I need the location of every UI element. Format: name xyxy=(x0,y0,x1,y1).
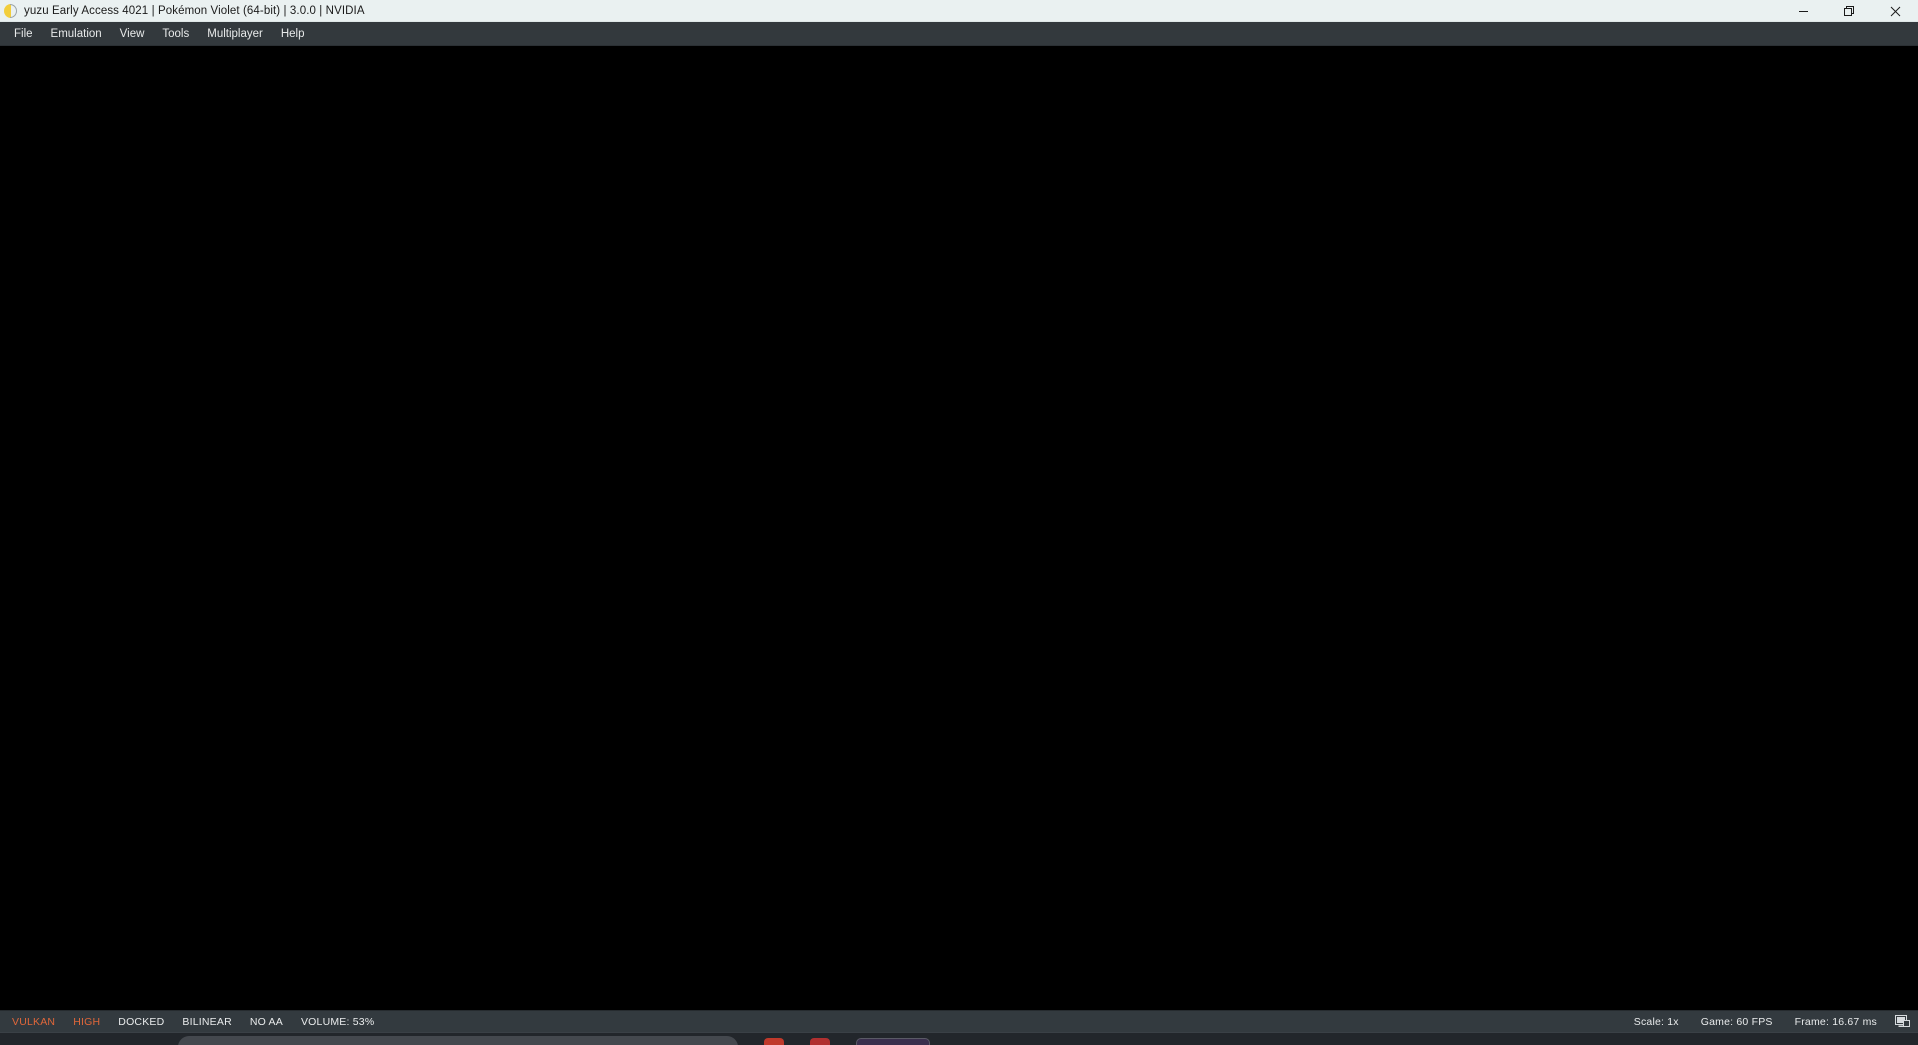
status-bar-left-group: VULKAN HIGH DOCKED BILINEAR NO AA VOLUME… xyxy=(0,1016,383,1028)
minimize-icon xyxy=(1798,10,1808,12)
yuzu-logo-icon xyxy=(3,3,19,19)
restore-icon xyxy=(1843,5,1854,16)
maximize-button[interactable] xyxy=(1826,0,1872,22)
menu-bar: File Emulation View Tools Multiplayer He… xyxy=(0,22,1918,46)
title-bar: yuzu Early Access 4021 | Pokémon Violet … xyxy=(0,0,1918,22)
close-icon xyxy=(1890,6,1900,16)
game-render-surface[interactable] xyxy=(0,46,1918,1010)
status-frame-time: Frame: 16.67 ms xyxy=(1794,1015,1877,1028)
menu-item-view[interactable]: View xyxy=(111,24,154,44)
minimize-button[interactable] xyxy=(1780,0,1826,22)
status-dock-mode[interactable]: DOCKED xyxy=(109,1016,173,1028)
window-title: yuzu Early Access 4021 | Pokémon Violet … xyxy=(24,4,365,17)
taskbar-app-icon-2[interactable] xyxy=(810,1038,830,1045)
status-resolution-scale: Scale: 1x xyxy=(1633,1015,1679,1028)
yuzu-main-window: yuzu Early Access 4021 | Pokémon Violet … xyxy=(0,0,1918,1032)
menu-item-emulation[interactable]: Emulation xyxy=(42,24,111,44)
status-bar: VULKAN HIGH DOCKED BILINEAR NO AA VOLUME… xyxy=(0,1010,1918,1032)
menu-item-multiplayer[interactable]: Multiplayer xyxy=(198,24,272,44)
taskbar-app-icon-1[interactable] xyxy=(764,1038,784,1045)
status-renderer-api[interactable]: VULKAN xyxy=(3,1016,64,1028)
status-filter-mode[interactable]: BILINEAR xyxy=(173,1016,240,1028)
monitor-icon[interactable] xyxy=(1892,1013,1912,1031)
menu-item-tools[interactable]: Tools xyxy=(153,24,198,44)
taskbar-items xyxy=(178,1036,930,1045)
status-bar-right-group: Scale: 1x Game: 60 FPS Frame: 16.67 ms xyxy=(1623,1013,1914,1031)
status-antialiasing[interactable]: NO AA xyxy=(241,1016,292,1028)
taskbar-app-icon-3[interactable] xyxy=(856,1038,930,1045)
menu-item-file[interactable]: File xyxy=(5,24,42,44)
status-game-fps: Game: 60 FPS xyxy=(1700,1015,1773,1028)
os-taskbar xyxy=(0,1032,1918,1045)
window-controls xyxy=(1780,0,1918,22)
close-button[interactable] xyxy=(1872,0,1918,22)
status-shader-quality[interactable]: HIGH xyxy=(64,1016,109,1028)
taskbar-search-pill[interactable] xyxy=(178,1036,738,1045)
status-volume[interactable]: VOLUME: 53% xyxy=(292,1016,383,1028)
menu-item-help[interactable]: Help xyxy=(272,24,314,44)
